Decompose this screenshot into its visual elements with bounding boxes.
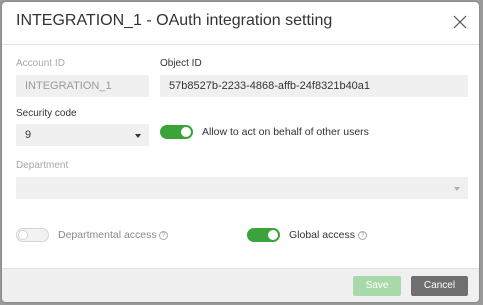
help-icon[interactable]: ?	[358, 231, 367, 240]
save-button[interactable]: Save	[353, 276, 401, 296]
department-label: Department	[16, 160, 69, 171]
oauth-settings-dialog: INTEGRATION_1 - OAuth integration settin…	[2, 2, 479, 302]
department-select	[16, 177, 468, 199]
act-on-behalf-toggle[interactable]	[160, 125, 193, 139]
global-access-toggle[interactable]	[247, 228, 280, 242]
dialog-header: INTEGRATION_1 - OAuth integration settin…	[2, 2, 479, 45]
account-id-field: INTEGRATION_1	[16, 75, 149, 97]
security-code-label: Security code	[16, 108, 77, 119]
global-access-label: Global access	[289, 229, 355, 241]
security-code-select[interactable]: 9	[16, 124, 149, 146]
object-id-label: Object ID	[160, 58, 202, 69]
dialog-footer: Save Cancel	[2, 268, 479, 302]
act-on-behalf-label: Allow to act on behalf of other users	[202, 126, 369, 138]
help-icon[interactable]: ?	[159, 231, 168, 240]
chevron-down-icon	[454, 187, 460, 191]
account-id-label: Account ID	[16, 58, 65, 69]
dialog-title: INTEGRATION_1 - OAuth integration settin…	[16, 12, 333, 29]
departmental-access-label: Departmental access	[58, 229, 157, 241]
security-code-value: 9	[25, 129, 32, 141]
cancel-button[interactable]: Cancel	[411, 276, 468, 296]
close-icon[interactable]	[450, 12, 470, 32]
departmental-access-toggle	[16, 228, 49, 242]
object-id-field: 57b8527b-2233-4868-affb-24f8321b40a1	[160, 75, 468, 97]
chevron-down-icon	[135, 134, 141, 138]
